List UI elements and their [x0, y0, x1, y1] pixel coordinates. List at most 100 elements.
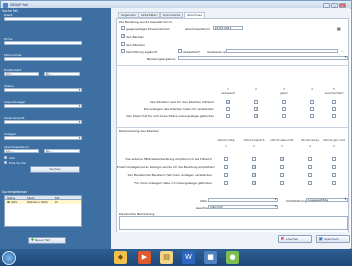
rating-row-2-option-4-checkbox[interactable] [308, 165, 312, 169]
outcome-row-2-option-3-checkbox[interactable] [282, 107, 286, 111]
result-select[interactable] [178, 56, 348, 61]
outcome-row-3-option-4-checkbox[interactable] [310, 114, 314, 118]
rating-row-4-option-1-checkbox[interactable] [224, 181, 228, 185]
save-button[interactable]: ▣ Speichern [316, 235, 350, 243]
rating-row-2-option-5-checkbox[interactable] [332, 165, 336, 169]
rating-row-4-label: Für mein Anliegen habe ich Lösungswege g… [134, 181, 212, 185]
media-icon[interactable]: ▶ [138, 251, 151, 264]
delete-label: Löschen [286, 237, 299, 241]
case-number-input[interactable] [4, 57, 82, 62]
outcome-row-3-option-3-checkbox[interactable] [282, 114, 286, 118]
outcome-row-2-option-1-checkbox[interactable] [226, 107, 230, 111]
save-label: Speichern [324, 237, 339, 241]
mutual-agreement-checkbox[interactable] [121, 26, 125, 30]
outcome-row-1-option-1-checkbox[interactable] [226, 100, 230, 104]
rating-row-4-option-4-checkbox[interactable] [308, 181, 312, 185]
row-client: Testmann, Peter [27, 200, 48, 204]
client-input[interactable] [4, 17, 82, 22]
scale-number-2: 2 [255, 88, 257, 91]
close-date-input[interactable]: 23.03.2011 [213, 26, 243, 31]
rating-header-5: stimmt gar nicht [323, 139, 345, 142]
scale-header-1: verbessert [221, 92, 235, 95]
rating-header-1: stimmt völlig [217, 139, 235, 142]
age-select[interactable] [208, 198, 278, 203]
sleep-disorder-select[interactable]: Ausgewählt/er [306, 198, 348, 203]
close-date-field-label: Abschlussdatum [185, 26, 210, 31]
rating-row-4-option-3-checkbox[interactable] [280, 181, 284, 185]
rating-row-2-option-1-checkbox[interactable] [224, 165, 228, 169]
outcome-row-3-option-5-checkbox[interactable] [332, 114, 336, 118]
rating-number-3: 3 [281, 145, 283, 148]
app-icon[interactable]: ■ [204, 251, 217, 264]
outcome-row-2-option-2-checkbox[interactable] [254, 107, 258, 111]
outcome-row-1-option-3-checkbox[interactable] [282, 100, 286, 104]
outcome-row-3-option-1-checkbox[interactable] [226, 114, 230, 118]
scale-number-5: 5 [333, 88, 335, 91]
rating-row-1-option-1-checkbox[interactable] [224, 157, 228, 161]
ended-by-label: Die Beratung wurde beendet durch [119, 20, 172, 24]
outcome-row-2-option-4-checkbox[interactable] [310, 107, 314, 111]
outcome-row-2-option-5-checkbox[interactable] [332, 107, 336, 111]
separator [117, 127, 348, 128]
personal-note-textarea[interactable] [119, 216, 348, 230]
results-table: Status Klient Fall aktiv Testmann, Peter… [4, 195, 82, 227]
rating-row-1-label: Die externe Mitarbeiterberatung empfand … [125, 157, 212, 161]
search-button[interactable]: Suchen [30, 166, 80, 173]
network-icon[interactable]: ● [226, 251, 239, 264]
outcome-row-1-option-4-checkbox[interactable] [310, 100, 314, 104]
rating-row-2-option-3-checkbox[interactable] [280, 165, 284, 169]
rating-row-4-option-5-checkbox[interactable] [332, 181, 336, 185]
rating-header-3: stimmt etwa mitt. [270, 139, 294, 142]
status-select[interactable] [4, 88, 82, 92]
referred-to-input[interactable] [226, 49, 338, 54]
all-checkbox[interactable] [4, 156, 8, 160]
explorer-icon[interactable]: ◆ [114, 251, 127, 264]
rating-row-1-option-3-checkbox[interactable] [280, 157, 284, 161]
first-contact-from[interactable]: von ... [4, 72, 39, 77]
outcome-row-1-option-5-checkbox[interactable] [332, 100, 336, 104]
word-icon[interactable]: W [182, 251, 195, 264]
rating-row-3-label: Der Berater/die Beraterin hat mein Anlie… [127, 173, 212, 177]
outcome-row-3-option-2-checkbox[interactable] [254, 114, 258, 118]
close-date-to[interactable]: bis ... [44, 149, 80, 154]
one-search-label: Eine Suche [9, 161, 26, 165]
gender-select[interactable]: männlich [208, 205, 278, 210]
close-button[interactable]: × [339, 2, 346, 8]
new-case-label: Neuer Fall [35, 238, 50, 242]
button-bar [111, 232, 350, 249]
company-input[interactable] [4, 41, 82, 46]
rating-row-1-option-2-checkbox[interactable] [252, 157, 256, 161]
rating-row-1-option-5-checkbox[interactable] [332, 157, 336, 161]
delete-button[interactable]: ✖ Löschen [278, 235, 312, 243]
minimize-button[interactable]: _ [323, 2, 330, 8]
accepted-checkbox[interactable] [178, 49, 182, 53]
mutual-agreement-label: gegenseitiges Einvernehmen [126, 26, 170, 31]
outcome-row-1-option-2-checkbox[interactable] [254, 100, 258, 104]
client-checkbox[interactable] [121, 42, 125, 46]
insurer-select[interactable] [4, 120, 82, 124]
start-orb-icon[interactable] [2, 250, 16, 265]
rating-row-3-option-3-checkbox[interactable] [280, 173, 284, 177]
calendar-icon[interactable]: ▦ [337, 26, 341, 31]
table-row[interactable]: aktiv Testmann, Peter Di [5, 200, 81, 204]
rating-row-2-option-2-checkbox[interactable] [252, 165, 256, 169]
first-contact-to[interactable]: bis ... [44, 72, 80, 77]
one-search-checkbox[interactable] [4, 161, 8, 165]
rating-row-1-option-4-checkbox[interactable] [308, 157, 312, 161]
maximize-button[interactable]: □ [331, 2, 338, 8]
rating-row-3-option-4-checkbox[interactable] [308, 173, 312, 177]
case-manager-select[interactable] [4, 104, 82, 108]
attachments-select[interactable] [4, 136, 82, 140]
referred-lookup-button[interactable]: … [341, 49, 344, 53]
folder-icon[interactable]: ▤ [160, 251, 173, 264]
client-feedback-title: Rückmeldung des Klienten [119, 129, 159, 133]
counselor-checkbox[interactable] [121, 34, 125, 38]
scale-header-3: gleich [280, 92, 288, 95]
referral-checkbox[interactable] [121, 49, 125, 53]
new-case-button[interactable]: ✚ Neuer Fall [28, 237, 66, 244]
rating-row-3-option-1-checkbox[interactable] [224, 173, 228, 177]
rating-row-4-option-2-checkbox[interactable] [252, 181, 256, 185]
rating-row-3-option-5-checkbox[interactable] [332, 173, 336, 177]
close-date-from[interactable]: von ... [4, 149, 39, 154]
rating-row-3-option-2-checkbox[interactable] [252, 173, 256, 177]
